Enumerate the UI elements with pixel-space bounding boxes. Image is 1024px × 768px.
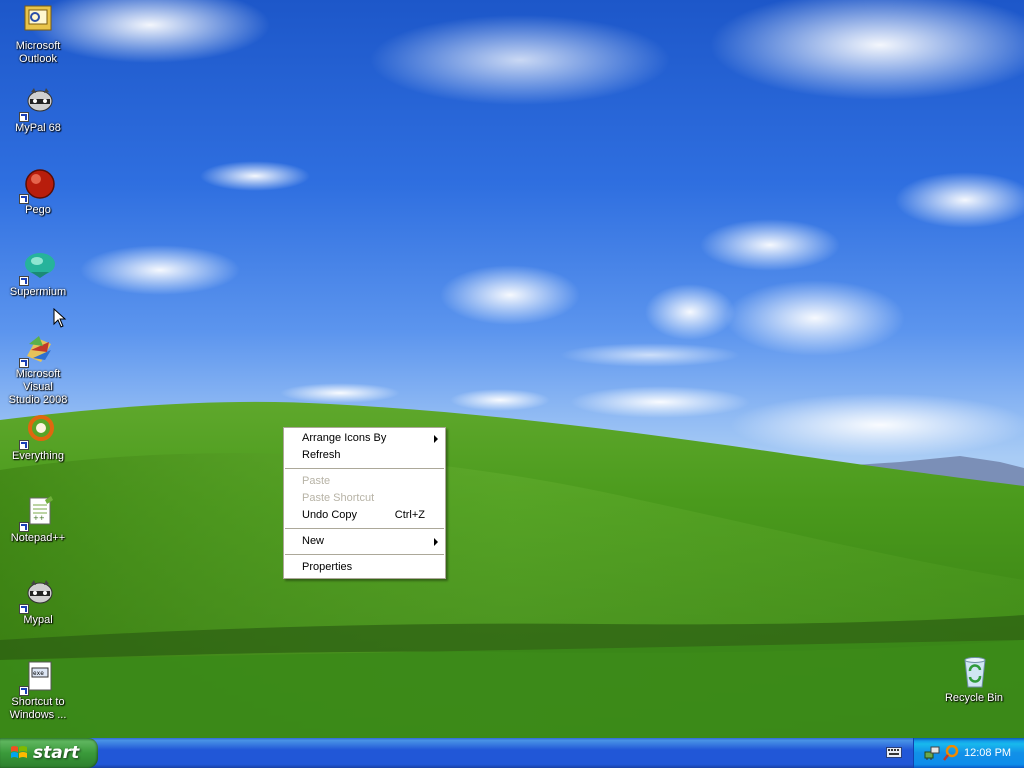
start-label: start [33,743,80,763]
keyboard-icon[interactable] [886,747,902,758]
windows-flag-icon [11,746,27,758]
start-button[interactable]: start [0,738,98,768]
menu-item-shortcut: Ctrl+Z [394,509,425,521]
desktop-icon-mypal68[interactable]: MyPal 68 [0,86,76,135]
everything-search-icon [19,414,55,450]
shortcut-arrow-icon [19,440,29,450]
desktop-icon-label: Microsoft Outlook [15,40,61,65]
desktop-icon-pego[interactable]: Pego [0,168,76,217]
desktop-icon-label: Shortcut to Windows ... [9,696,67,721]
menu-separator [285,554,444,555]
shortcut-arrow-icon [19,112,29,122]
shortcut-arrow-icon [19,358,29,368]
recycle-bin-icon [957,656,991,690]
shortcut-arrow-icon [19,686,29,696]
shortcut-arrow-icon [19,604,29,614]
windows-folder-icon: exe [19,660,55,696]
desktop-icon-notepadpp[interactable]: ++ Notepad++ [0,496,76,545]
network-icon[interactable] [924,745,940,761]
menu-item-undo-copy[interactable]: Undo Copy Ctrl+Z [284,507,445,524]
menu-item-new[interactable]: New [284,533,445,550]
desktop-icon-supermium[interactable]: Supermium [0,250,76,299]
desktop-icon-label: Pego [25,204,51,216]
submenu-arrow-icon [434,538,438,546]
desktop-icon-label: Supermium [9,286,67,298]
desktop-icon-mypal[interactable]: Mypal [0,578,76,627]
menu-separator [285,528,444,529]
desktop-icon-label: Everything [12,450,64,462]
svg-text:++: ++ [33,514,45,522]
outlook-icon [21,4,55,38]
mypal-raccoon-icon [19,578,55,614]
submenu-arrow-icon [434,435,438,443]
menu-item-label: Paste [302,475,331,487]
desktop-context-menu: Arrange Icons By Refresh Paste Paste Sho… [283,427,446,579]
menu-item-label: Arrange Icons By [302,432,387,444]
pego-red-ball-icon [19,168,55,204]
menu-item-label: Paste Shortcut [302,492,375,504]
menu-item-label: New [302,535,325,547]
desktop-icon-label: Mypal [23,614,53,626]
wallpaper [0,0,1024,738]
supermium-icon [19,250,55,286]
desktop-icon-label: Recycle Bin [944,692,1004,704]
desktop-icon-visual-studio[interactable]: Microsoft Visual Studio 2008 [0,332,76,407]
desktop-icon-label: Notepad++ [10,532,66,544]
desktop-icon-shortcut-windows[interactable]: exe Shortcut to Windows ... [0,660,76,722]
menu-item-paste: Paste [284,473,445,490]
taskbar-clock[interactable]: 12:08 PM [964,738,1011,768]
svg-text:exe: exe [33,670,44,677]
desktop-icon-outlook[interactable]: Microsoft Outlook [0,4,76,66]
menu-item-refresh[interactable]: Refresh [284,447,445,464]
visual-studio-icon [19,332,55,368]
desktop-icon-label: Microsoft Visual Studio 2008 [8,368,68,406]
menu-item-paste-shortcut: Paste Shortcut [284,490,445,507]
search-tray-icon[interactable] [943,745,959,761]
mouse-cursor-icon [53,308,67,328]
desktop-icon-label: MyPal 68 [15,122,61,134]
menu-item-label: Undo Copy [302,509,358,521]
taskbar: start 12:08 PM [0,738,1024,768]
shortcut-arrow-icon [19,276,29,286]
menu-item-properties[interactable]: Properties [284,559,445,576]
desktop[interactable]: Microsoft Outlook MyPal 68 Pego Supermiu… [0,0,1024,738]
desktop-icon-everything[interactable]: Everything [0,414,76,463]
mypal-raccoon-icon [19,86,55,122]
menu-item-label: Refresh [302,449,341,461]
shortcut-arrow-icon [19,522,29,532]
notepad-plus-plus-icon: ++ [19,496,55,532]
desktop-icon-recycle-bin[interactable]: Recycle Bin [936,656,1012,705]
shortcut-arrow-icon [19,194,29,204]
menu-separator [285,468,444,469]
system-tray: 12:08 PM [913,738,1024,768]
menu-item-arrange-icons-by[interactable]: Arrange Icons By [284,430,445,447]
menu-item-label: Properties [302,561,353,573]
